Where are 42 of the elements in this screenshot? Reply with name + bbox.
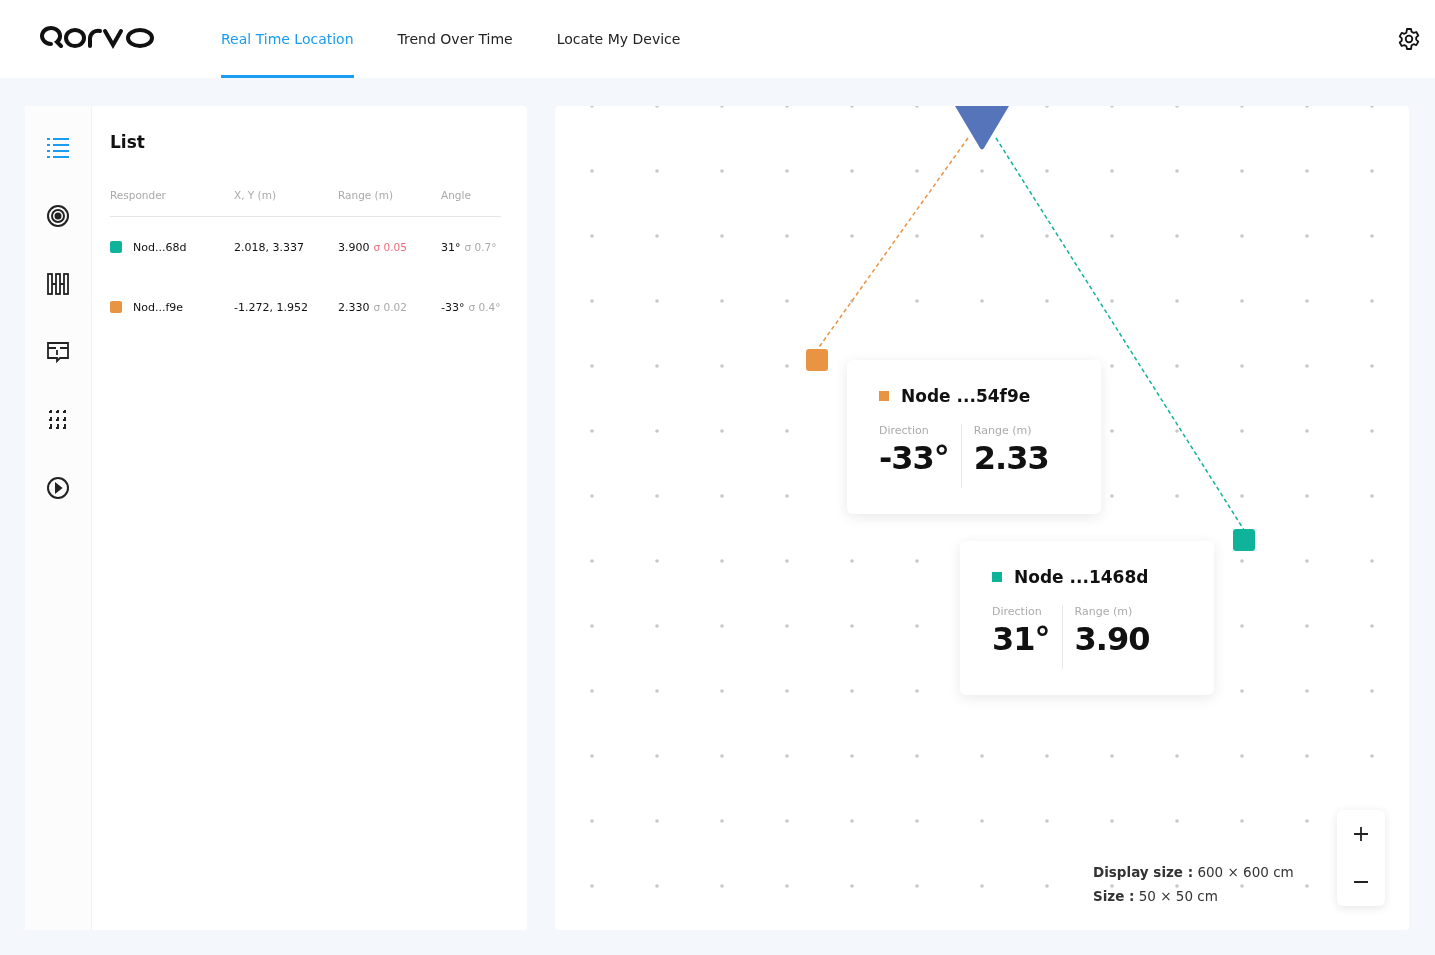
column-header: Angle [441,189,472,201]
direction-value: -33° [879,439,949,477]
column-header: X, Y (m) [234,189,278,201]
node-title: Node ...54f9e [901,386,1031,406]
sigma-value: σ 0.05 [373,241,407,253]
board-icon[interactable] [46,340,70,364]
sigma-value: σ 0.7° [464,241,497,253]
minus-icon [1354,881,1368,883]
direction-label: Direction [992,605,1043,618]
direction-value: 31° [992,620,1050,658]
play-icon[interactable] [46,476,70,500]
table-cell: -33° [441,300,465,314]
sigma-value: σ 0.02 [373,301,407,313]
range-label: Range (m) [973,424,1033,437]
nav-tab[interactable]: Trend Over Time [397,0,513,78]
table-cell-text: -1.272, 1.952 [234,300,309,314]
table-cell: 2.330 [338,300,370,314]
nav-tab[interactable]: Locate My Device [556,0,681,78]
target-icon[interactable] [46,204,70,228]
table-cell-text: 2.018, 3.337 [234,240,305,254]
sigma-value: σ 0.4° [468,301,501,313]
node-marker[interactable] [806,349,828,371]
table-cell: 31° [441,240,461,254]
range-value: 3.90 [1074,620,1150,658]
list-icon[interactable] [46,136,70,160]
range-value: 2.33 [973,439,1049,477]
bars-icon[interactable] [46,272,70,296]
node-marker[interactable] [1233,529,1255,551]
display-size-text: Display size : 600 × 600 cm [1093,864,1294,880]
settings-icon[interactable] [1397,27,1421,51]
direction-label: Direction [879,424,930,437]
anchor-icon [955,106,1009,150]
column-header: Responder [110,189,167,201]
grid-size-text: Size : 50 × 50 cm [1093,888,1219,904]
table-cell: Nod...68d [133,240,187,254]
range-label: Range (m) [1074,605,1134,618]
table-cell: Nod...f9e [133,300,184,314]
plus-icon [1353,826,1369,842]
node-title: Node ...1468d [1014,567,1149,587]
panel-title: List [110,132,146,152]
table-cell: 3.900 [338,240,370,254]
column-header: Range (m) [338,189,395,201]
